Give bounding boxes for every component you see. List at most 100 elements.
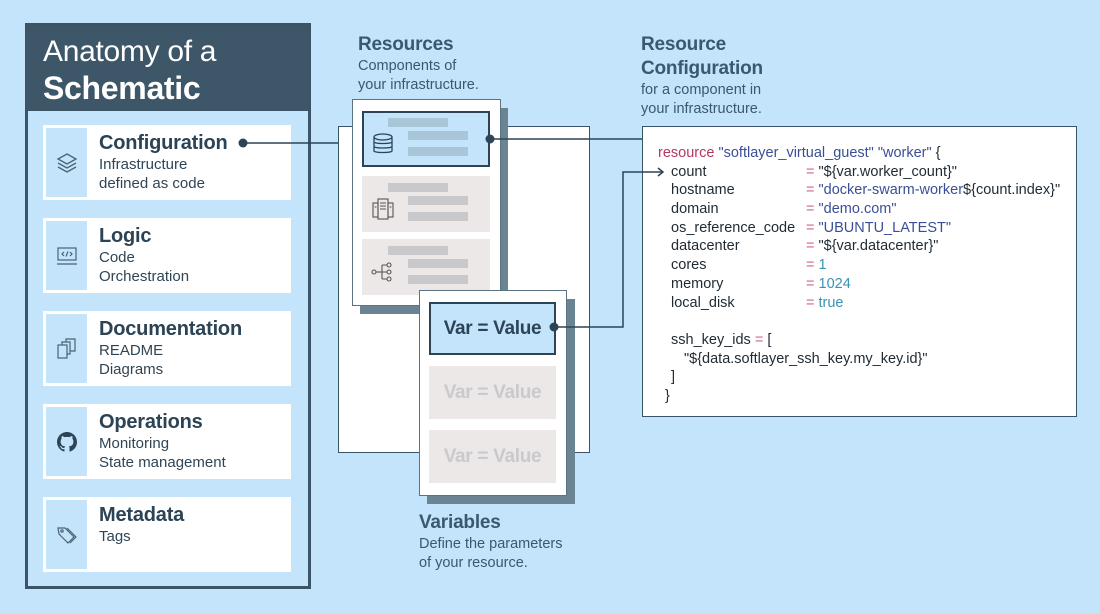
code-line-attribute: hostname = "docker-swarm-worker${count.in…	[658, 181, 1060, 200]
panel-title-line1: Anatomy of a	[43, 35, 217, 68]
variables-desc-line2: of your resource.	[419, 555, 528, 571]
card-subtitle: Code Orchestration	[99, 249, 189, 286]
card-subtitle: README Diagrams	[99, 342, 163, 379]
code-line-attribute: domain = "demo.com"	[658, 200, 1060, 219]
code-token-plain: "${var.datacenter}"	[818, 238, 939, 255]
code-attribute-key: domain	[671, 201, 719, 218]
network-tree-icon	[371, 262, 392, 282]
code-attribute-key: os_reference_code	[671, 219, 796, 236]
card-title: Documentation	[99, 318, 242, 340]
code-line-attribute: memory = 1024	[658, 275, 1060, 294]
code-attribute-key: memory	[671, 275, 724, 292]
resources-card	[352, 99, 501, 306]
code-token-plain: ssh_key_ids	[671, 331, 755, 348]
code-token-number: 1024	[818, 275, 851, 292]
card-operations[interactable]: Operations Monitoring State management	[43, 404, 291, 479]
code-token-op: =	[806, 238, 819, 255]
variable-item[interactable]: Var = Value	[429, 430, 556, 483]
code-attribute-key: local_disk	[671, 294, 735, 311]
resource-item-database[interactable]	[362, 111, 490, 167]
variable-item[interactable]: Var = Value	[429, 366, 556, 419]
code-line-list-item: "${data.softlayer_ssh_key.my_key.id}"	[658, 350, 1060, 369]
icon-box	[46, 221, 87, 290]
code-token-number: 1	[818, 257, 827, 274]
placeholder-bar	[408, 212, 468, 221]
code-attribute-key: cores	[671, 257, 707, 274]
card-line: State management	[99, 453, 226, 471]
code-token-op: =	[806, 257, 819, 274]
code-panel: resource "softlayer_virtual_guest" "work…	[642, 126, 1077, 417]
card-title: Operations	[99, 411, 203, 433]
placeholder-bar	[388, 246, 448, 255]
code-token-string: "softlayer_virtual_guest" "worker"	[714, 145, 932, 161]
card-line: defined as code	[99, 174, 205, 192]
server-icon	[372, 198, 394, 220]
panel-title-line2: Schematic	[43, 70, 201, 106]
icon-box	[46, 314, 87, 383]
code-attribute-key: count	[671, 163, 707, 180]
variables-card: Var = Value Var = Value Var = Value	[419, 290, 567, 496]
variables-desc-line1: Define the parameters	[419, 536, 563, 552]
card-line: Code	[99, 249, 135, 266]
card-title: Logic	[99, 225, 152, 247]
code-line-attribute: local_disk = true	[658, 294, 1060, 313]
code-token-plain: ]	[671, 369, 676, 386]
code-token-plain: "${data.softlayer_ssh_key.my_key.id}"	[684, 350, 928, 367]
placeholder-bar	[388, 118, 448, 127]
code-line-attribute: cores = 1	[658, 256, 1060, 275]
resource-item-network[interactable]	[362, 239, 490, 295]
tags-icon	[56, 526, 77, 544]
card-line: Orchestration	[99, 267, 190, 285]
code-token-string: "docker-swarm-worker	[818, 182, 964, 199]
card-configuration[interactable]: Configuration Infrastructure defined as …	[43, 125, 291, 200]
code-line-attribute: datacenter = "${var.datacenter}"	[658, 237, 1060, 256]
icon-box	[46, 128, 87, 197]
layers-icon	[56, 152, 77, 173]
card-title: Configuration	[99, 132, 228, 154]
card-title: Metadata	[99, 504, 185, 526]
variables-title: Variables	[419, 512, 501, 533]
code-token-plain: [	[767, 331, 772, 348]
placeholder-bar	[408, 196, 468, 205]
code-line-list-close: ]	[658, 368, 1060, 387]
code-token-keyword: resource	[658, 145, 715, 161]
variables-heading: Variables Define the parameters of your …	[419, 511, 562, 573]
code-token-string: "demo.com"	[818, 201, 897, 218]
code-token-op: =	[754, 331, 768, 348]
card-logic[interactable]: Logic Code Orchestration	[43, 218, 291, 293]
code-token-plain: }	[665, 387, 670, 404]
resources-desc-line2: your infrastructure.	[358, 77, 479, 93]
icon-box	[46, 500, 87, 569]
resource-item-server[interactable]	[362, 176, 490, 232]
card-metadata[interactable]: Metadata Tags	[43, 497, 291, 572]
code-line-attribute: count = "${var.worker_count}"	[658, 163, 1060, 182]
resource-config-desc-line1: for a component in	[641, 82, 762, 98]
card-line: Diagrams	[99, 360, 164, 378]
code-token-op: =	[806, 163, 819, 180]
code-token-plain: ${count.index}"	[963, 182, 1061, 199]
icon-box	[46, 407, 87, 476]
code-line-attribute: os_reference_code = "UBUNTU_LATEST"	[658, 219, 1060, 238]
code-block[interactable]: resource "softlayer_virtual_guest" "work…	[658, 144, 1060, 406]
resource-config-title-line2: Configuration	[641, 58, 763, 79]
placeholder-bar	[408, 147, 468, 156]
card-line: README	[99, 342, 164, 359]
code-token-string: "UBUNTU_LATEST"	[818, 219, 952, 236]
resource-config-desc-line2: your infrastructure.	[641, 101, 762, 117]
placeholder-bar	[388, 183, 448, 192]
resource-config-heading: Resource Configuration for a component i…	[641, 33, 763, 119]
card-subtitle: Infrastructure defined as code	[99, 156, 205, 193]
code-token-plain: "${var.worker_count}"	[818, 163, 957, 180]
code-token-op: =	[806, 182, 819, 199]
code-icon	[56, 246, 77, 265]
anatomy-panel: Anatomy of a Schematic Configuration Inf…	[25, 23, 311, 589]
placeholder-bar	[408, 275, 468, 284]
resources-heading: Resources Components of your infrastruct…	[358, 33, 479, 95]
resources-title: Resources	[358, 34, 454, 55]
variable-item[interactable]: Var = Value	[429, 302, 556, 355]
placeholder-bar	[408, 259, 468, 268]
card-documentation[interactable]: Documentation README Diagrams	[43, 311, 291, 386]
database-icon	[373, 133, 393, 154]
code-token-op: =	[806, 294, 819, 311]
